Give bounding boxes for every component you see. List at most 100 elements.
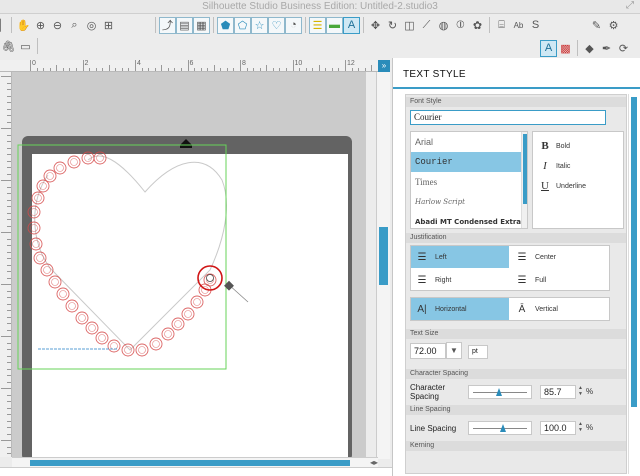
design-ring-inner (51, 278, 59, 286)
vertical-scrollbar[interactable] (376, 72, 390, 459)
vertical-scrollbar-thumb[interactable] (379, 227, 388, 285)
design-ring (27, 205, 41, 219)
design-ring-inner (88, 324, 96, 332)
font-list-scrollbar[interactable] (521, 132, 527, 228)
underline-icon: U (541, 180, 549, 192)
character-spacing-slider-knob[interactable] (496, 388, 503, 396)
design-ring-inner (59, 290, 67, 298)
horizontal-label: Horizontal (435, 305, 467, 313)
text-size-unit[interactable]: pt (468, 345, 488, 359)
design-ring-inner (98, 334, 106, 342)
line-spacing-input[interactable]: 100.0 (540, 421, 576, 435)
bold-label: Bold (556, 142, 571, 150)
align-full-icon: ☰ (517, 274, 527, 286)
justify-center-label: Center (535, 253, 557, 261)
text-size-dropdown-icon[interactable]: ▼ (446, 342, 462, 359)
justification-options: ☰ Left ☰ Center ☰ Right ☰ Full (410, 245, 610, 291)
app-window: Silhouette Studio Business Edition: Unti… (0, 0, 640, 476)
vertical-label: Vertical (535, 305, 558, 313)
design-ring (95, 331, 109, 345)
heart-outline (34, 155, 227, 351)
justify-center-option[interactable]: ☰ Center (511, 246, 609, 268)
character-spacing-label: Character Spacing (410, 383, 446, 401)
justify-left-label: Left (435, 253, 447, 261)
design-ring (53, 161, 67, 175)
design-ring-inner (43, 266, 51, 274)
justify-full-option[interactable]: ☰ Full (511, 269, 609, 291)
font-search-input[interactable]: Courier (410, 110, 606, 125)
design-ring-inner (152, 340, 160, 348)
character-spacing-slider[interactable] (468, 385, 532, 399)
rotate-handle-icon (206, 274, 214, 282)
font-item-harlow-script[interactable]: Harlow Script (411, 192, 527, 212)
design-ring-inner (30, 224, 38, 232)
design-ring (149, 337, 163, 351)
character-spacing-unit: % (586, 387, 594, 396)
justify-right-option[interactable]: ☰ Right (411, 269, 509, 291)
underline-toggle[interactable]: U Underline (539, 178, 586, 194)
font-item-arial[interactable]: Arial (411, 132, 527, 152)
character-spacing-stepper-icon[interactable]: ▲ ▼ (578, 385, 584, 397)
line-spacing-stepper-icon[interactable]: ▲ ▼ (578, 421, 584, 433)
horizontal-scrollbar-thumb[interactable] (30, 460, 350, 466)
font-item-times[interactable]: Times (411, 172, 527, 192)
italic-label: Italic (556, 162, 571, 170)
design-ring-inner (174, 320, 182, 328)
design-ring (48, 275, 62, 289)
line-spacing-slider[interactable] (468, 421, 532, 435)
character-spacing-section: Character Spacing (406, 369, 626, 379)
font-item-courier[interactable]: Courier (411, 152, 527, 172)
selection-box (17, 144, 227, 370)
bold-toggle[interactable]: B Bold (539, 138, 570, 154)
design-ring-inner (70, 158, 78, 166)
text-size-section: Text Size (406, 329, 626, 339)
italic-toggle[interactable]: I Italic (539, 158, 570, 174)
align-left-icon: ☰ (417, 251, 427, 263)
design-ring (85, 321, 99, 335)
line-spacing-slider-knob[interactable] (500, 424, 506, 432)
scroll-arrows-icon[interactable]: ◂▸ (370, 458, 378, 467)
design-ring (190, 295, 204, 309)
design-ring (107, 339, 121, 353)
design-ring (67, 155, 81, 169)
panel-scrollbar-thumb[interactable] (631, 97, 637, 407)
vertical-option[interactable]: Ā Vertical (511, 298, 609, 320)
horizontal-scrollbar[interactable]: ◂▸ (12, 457, 378, 467)
design-ring-inner (68, 302, 76, 310)
design-ring-inner (110, 342, 118, 350)
design-ring (27, 221, 41, 235)
horizontal-option[interactable]: A| Horizontal (411, 298, 509, 320)
design-group[interactable] (17, 144, 249, 370)
character-spacing-input[interactable]: 85.7 (540, 385, 576, 399)
panel-scrollbar[interactable] (628, 94, 638, 474)
align-right-icon: ☰ (417, 274, 427, 286)
line-spacing-label: Line Spacing (410, 424, 457, 433)
collapse-panel-icon[interactable]: » (378, 60, 390, 72)
justification-section: Justification (406, 233, 626, 243)
design-ring (135, 343, 149, 357)
font-item-abadi[interactable]: Abadi MT Condensed Extra (411, 212, 527, 228)
design-ring (93, 151, 107, 165)
font-list-scrollbar-thumb[interactable] (523, 134, 527, 204)
underline-label: Underline (556, 182, 586, 190)
design-ring (29, 237, 43, 251)
italic-icon: I (543, 160, 547, 172)
justify-left-option[interactable]: ☰ Left (411, 246, 509, 268)
status-bar (0, 467, 392, 476)
design-ring (75, 311, 89, 325)
font-style-options: B Bold I Italic U Underline (532, 131, 624, 229)
design-ring-inner (184, 310, 192, 318)
bold-icon: B (541, 140, 549, 152)
text-size-input[interactable]: 72.00 (410, 343, 446, 359)
design-ring (181, 307, 195, 321)
panel-title-rule (393, 87, 640, 89)
design-ring (161, 327, 175, 341)
panel-content: Font Style Courier Arial Courier Times H… (405, 94, 627, 474)
horizontal-text-icon: A| (417, 303, 427, 315)
design-ring (36, 179, 50, 193)
design-ring-inner (36, 254, 44, 262)
design-ring (121, 343, 135, 357)
font-list[interactable]: Arial Courier Times Harlow Script Abadi … (410, 131, 528, 229)
justify-right-label: Right (435, 276, 452, 284)
kerning-section: Kerning (406, 441, 626, 451)
